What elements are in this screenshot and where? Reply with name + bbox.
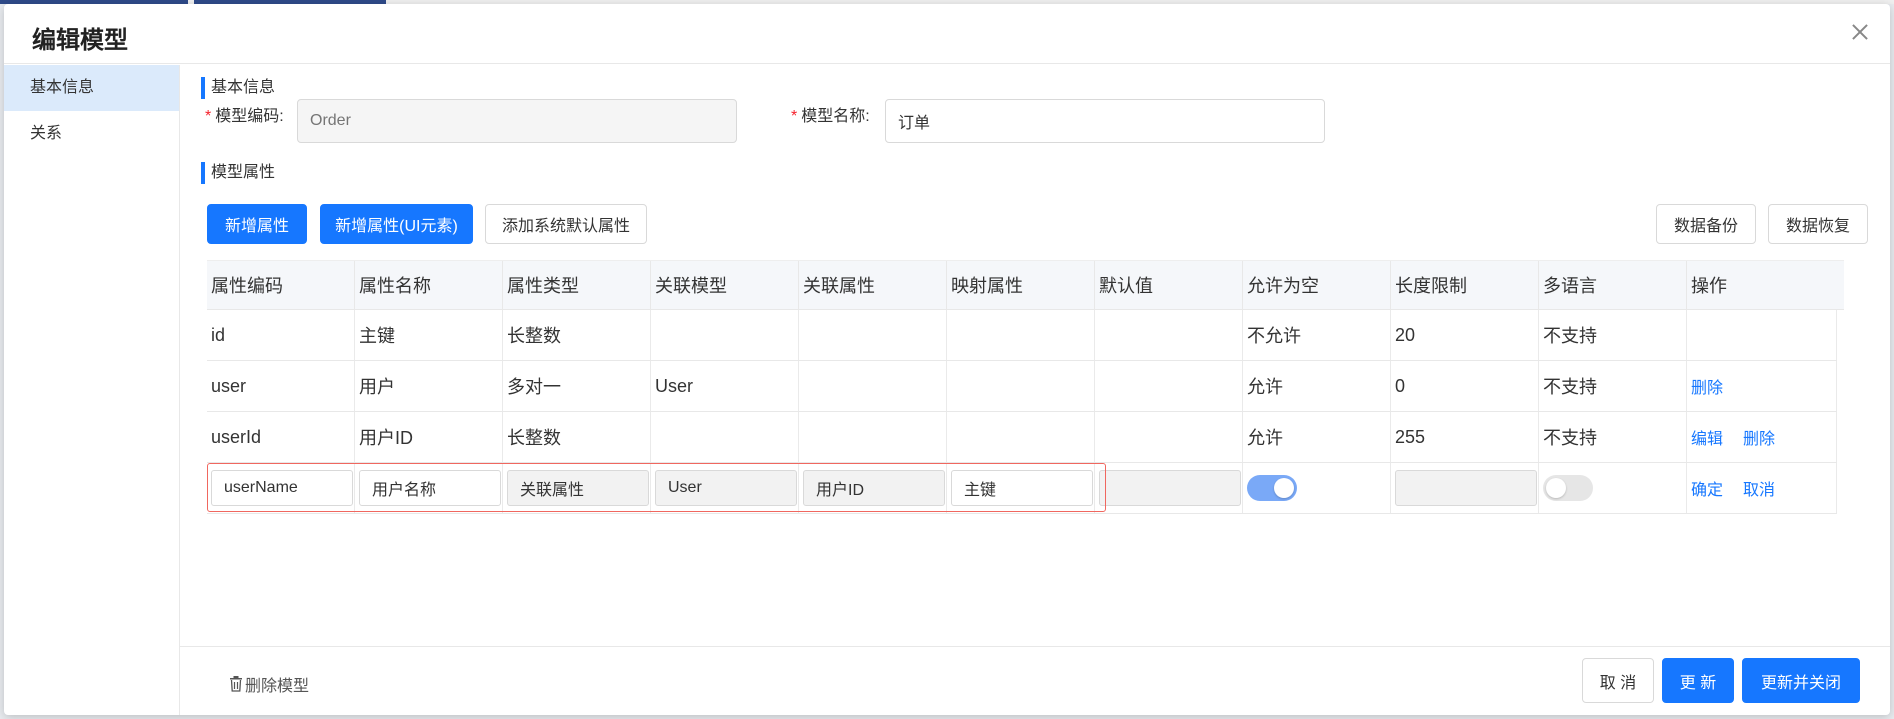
table-row: id 主键 长整数 不允许 20 不支持 (207, 310, 1837, 361)
cell-rel-model: User (651, 463, 799, 513)
i18n-toggle[interactable] (1543, 475, 1593, 501)
cell-actions (1687, 310, 1837, 360)
delete-model-button[interactable]: 删除模型 (229, 672, 309, 696)
table-header: 属性编码 属性名称 属性类型 关联模型 关联属性 映射属性 默认值 允许为空 长… (207, 260, 1844, 310)
section-title-attributes: 模型属性 (201, 162, 275, 184)
cell-name: 用户 (355, 361, 503, 411)
cell-length: 255 (1391, 412, 1539, 462)
add-ui-attribute-button[interactable]: 新增属性(UI元素) (320, 204, 473, 244)
length-input[interactable] (1395, 470, 1537, 506)
cell-i18n: 不支持 (1539, 310, 1687, 360)
cell-name: 主键 (355, 310, 503, 360)
column-header: 属性名称 (355, 261, 503, 309)
close-icon[interactable] (1846, 18, 1874, 46)
data-restore-button[interactable]: 数据恢复 (1768, 204, 1868, 244)
delete-model-label: 删除模型 (245, 678, 310, 695)
model-name-label: * 模型名称: (791, 108, 870, 125)
cell-type: 长整数 (503, 310, 651, 360)
column-header: 默认值 (1095, 261, 1243, 309)
cell-rel-model (651, 310, 799, 360)
sidebar-item-basic-info[interactable]: 基本信息 (4, 65, 179, 111)
cell-rel-attr (799, 361, 947, 411)
column-header: 多语言 (1539, 261, 1687, 309)
cell-code: id (207, 310, 355, 360)
cell-default (1095, 310, 1243, 360)
dialog-title: 编辑模型 (32, 27, 128, 54)
dialog-header: 编辑模型 (4, 4, 1890, 64)
column-header: 关联模型 (651, 261, 799, 309)
trash-icon (230, 676, 242, 692)
cell-map-attr (947, 310, 1095, 360)
cell-code: user (207, 361, 355, 411)
column-header: 属性类型 (503, 261, 651, 309)
data-backup-button[interactable]: 数据备份 (1656, 204, 1756, 244)
type-select[interactable]: 关联属性 (507, 470, 649, 506)
cell-nullable: 允许 (1243, 412, 1391, 462)
cell-type: 长整数 (503, 412, 651, 462)
cell-code: userId (207, 412, 355, 462)
rel-model-select[interactable]: User (655, 470, 797, 506)
add-attribute-button[interactable]: 新增属性 (207, 204, 307, 244)
cell-nullable (1243, 463, 1391, 513)
model-name-input[interactable] (885, 99, 1325, 143)
cell-type: 关联属性 (503, 463, 651, 513)
map-attr-select[interactable]: 主键 (951, 470, 1093, 506)
update-button[interactable]: 更 新 (1662, 658, 1734, 703)
cell-type: 多对一 (503, 361, 651, 411)
column-header: 允许为空 (1243, 261, 1391, 309)
column-header: 操作 (1691, 276, 1727, 296)
table-row: userId 用户ID 长整数 允许 255 不支持 编辑 删除 (207, 412, 1837, 463)
cell-actions: 编辑 删除 (1687, 412, 1837, 462)
column-header: 属性编码 (207, 261, 355, 309)
update-and-close-button[interactable]: 更新并关闭 (1742, 658, 1860, 703)
model-code-label: * 模型编码: (205, 108, 284, 125)
cell-nullable: 允许 (1243, 361, 1391, 411)
cancel-button[interactable]: 取 消 (1582, 658, 1654, 703)
table-row-editing: userName 用户名称 关联属性 User 用户ID 主键 确定 取消 (207, 463, 1837, 514)
cell-rel-model: User (651, 361, 799, 411)
cell-name: 用户ID (355, 412, 503, 462)
table-row: user 用户 多对一 User 允许 0 不支持 删除 (207, 361, 1837, 412)
cell-rel-attr (799, 310, 947, 360)
column-header: 关联属性 (799, 261, 947, 309)
cell-length (1391, 463, 1539, 513)
column-header: 长度限制 (1391, 261, 1539, 309)
cell-code: userName (207, 463, 355, 513)
cell-map-attr (947, 412, 1095, 462)
delete-link[interactable]: 删除 (1743, 425, 1775, 449)
dialog-sidebar: 基本信息 关系 (4, 65, 180, 715)
cell-nullable: 不允许 (1243, 310, 1391, 360)
cell-default (1095, 463, 1243, 513)
cell-actions: 确定 取消 (1687, 463, 1837, 513)
delete-link[interactable]: 删除 (1691, 374, 1723, 398)
cancel-link[interactable]: 取消 (1743, 476, 1775, 500)
footer-divider (180, 646, 1890, 647)
rel-attr-select[interactable]: 用户ID (803, 470, 945, 506)
cell-rel-model (651, 412, 799, 462)
cell-length: 20 (1391, 310, 1539, 360)
cell-default (1095, 412, 1243, 462)
cell-rel-attr (799, 412, 947, 462)
cell-map-attr (947, 361, 1095, 411)
edit-link[interactable]: 编辑 (1691, 425, 1723, 449)
cell-i18n: 不支持 (1539, 412, 1687, 462)
confirm-link[interactable]: 确定 (1691, 476, 1723, 500)
default-input[interactable] (1099, 470, 1241, 506)
model-code-input[interactable] (297, 99, 737, 143)
cell-i18n (1539, 463, 1687, 513)
cell-rel-attr: 用户ID (799, 463, 947, 513)
code-input[interactable]: userName (211, 470, 353, 506)
cell-i18n: 不支持 (1539, 361, 1687, 411)
nullable-toggle[interactable] (1247, 475, 1297, 501)
cell-actions: 删除 (1687, 361, 1837, 411)
sidebar-item-relations[interactable]: 关系 (4, 111, 179, 157)
edit-model-dialog: 编辑模型 基本信息 关系 基本信息 *模型编码: *模型名称: 模型属性 新增属… (4, 4, 1890, 715)
cell-map-attr: 主键 (947, 463, 1095, 513)
name-input[interactable]: 用户名称 (359, 470, 501, 506)
cell-default (1095, 361, 1243, 411)
add-default-attribute-button[interactable]: 添加系统默认属性 (485, 204, 647, 244)
cell-length: 0 (1391, 361, 1539, 411)
column-header: 映射属性 (947, 261, 1095, 309)
cell-name: 用户名称 (355, 463, 503, 513)
